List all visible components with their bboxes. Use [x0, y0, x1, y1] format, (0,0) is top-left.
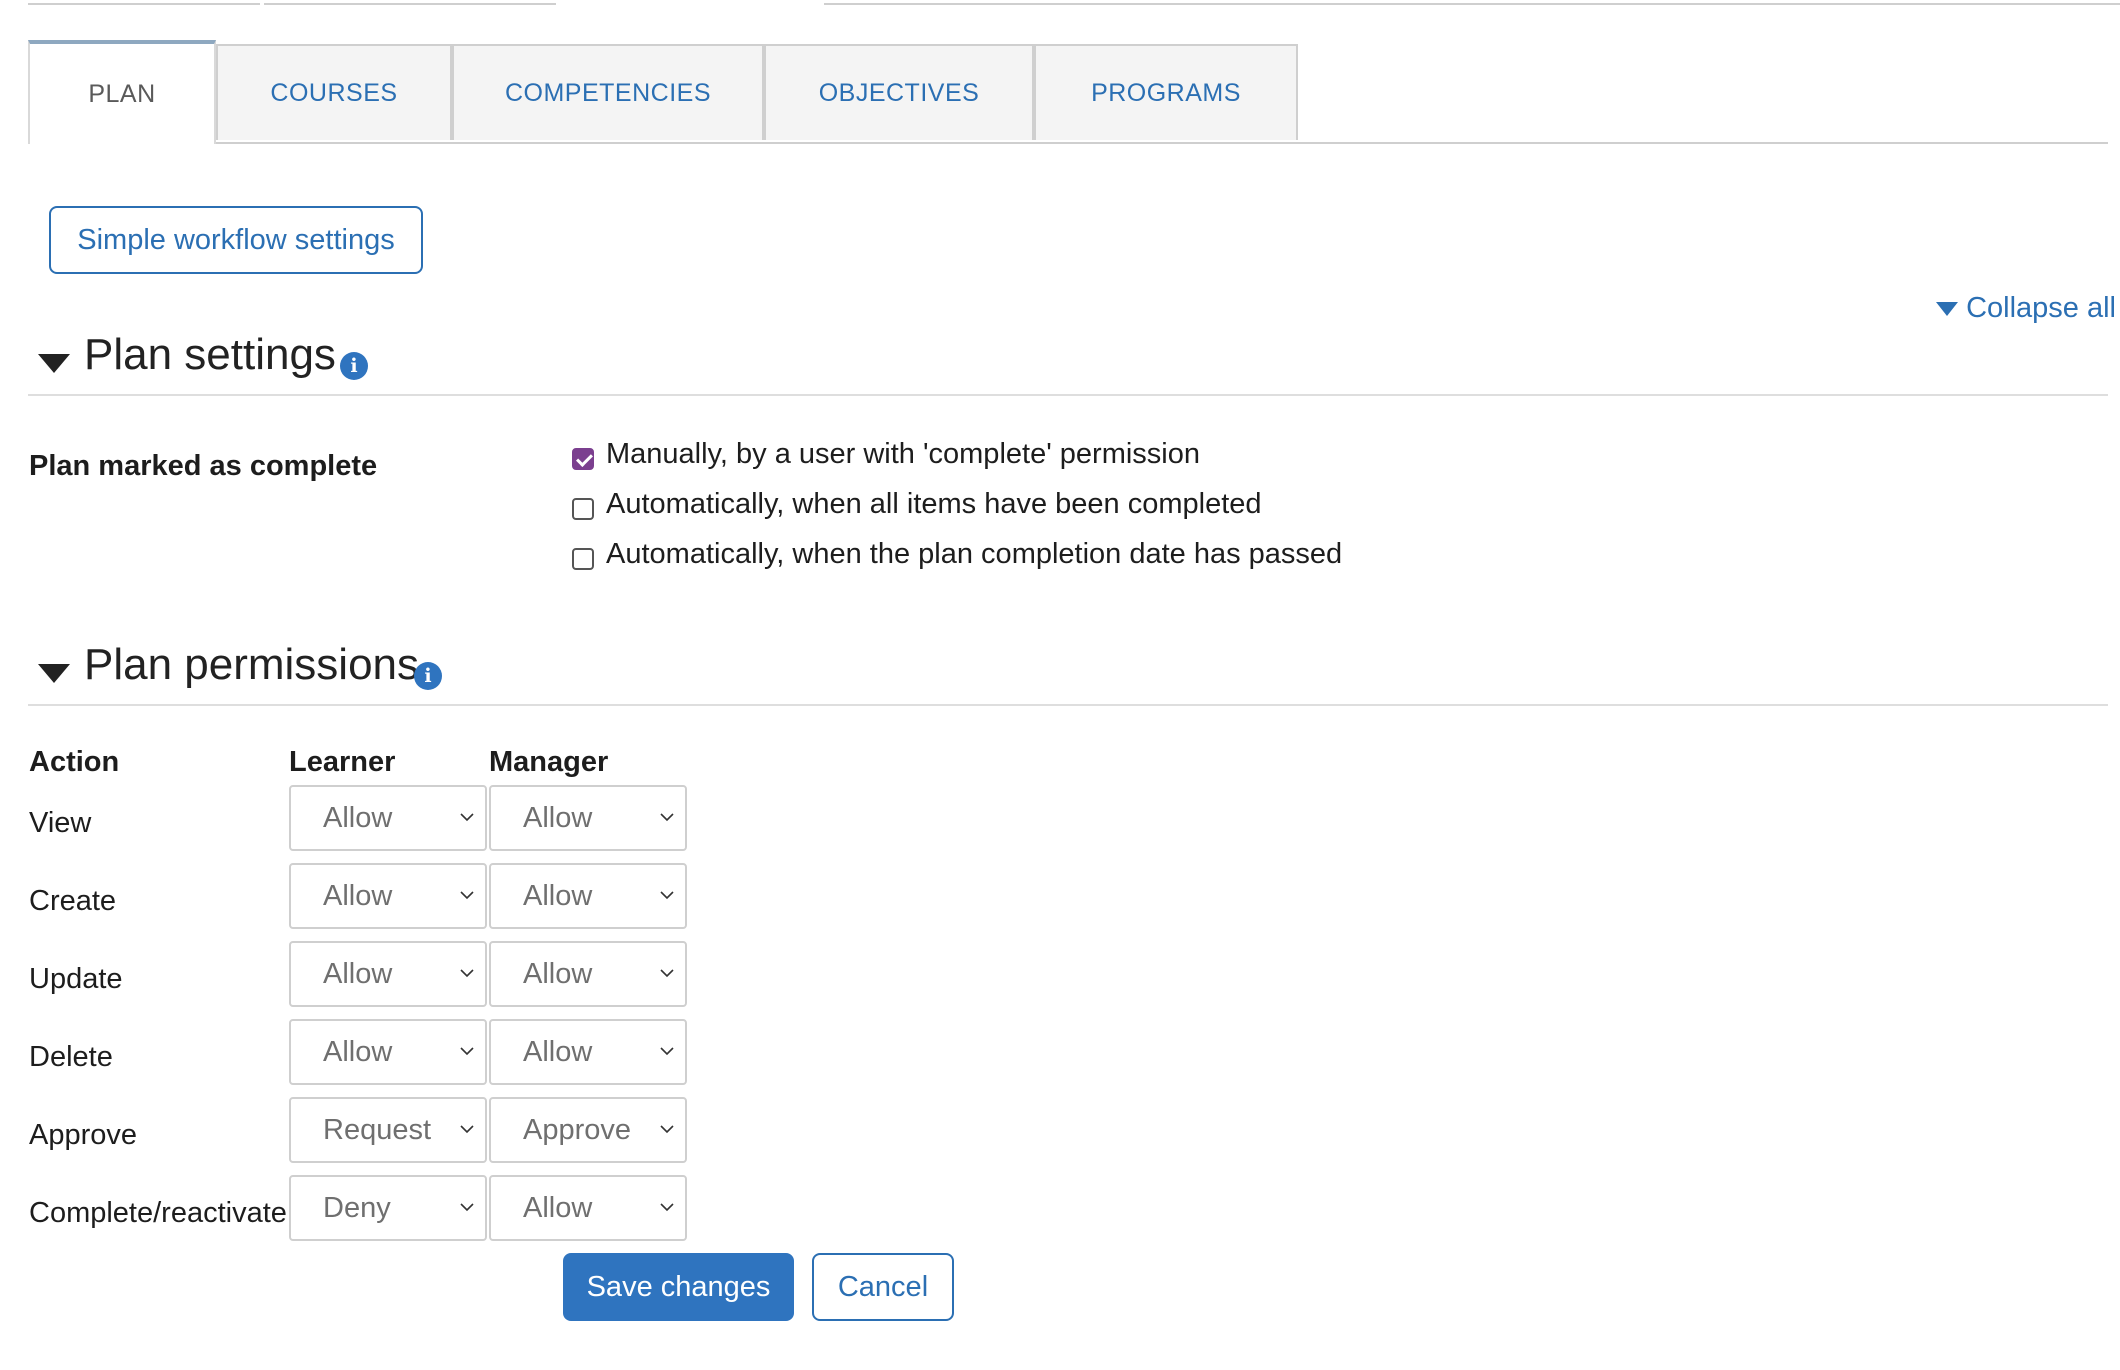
manager-select[interactable]: Allow	[489, 785, 687, 851]
plan-permissions-title: Plan permissions	[84, 640, 420, 689]
action-label: Update	[29, 963, 123, 995]
option-label: Automatically, when all items have been …	[606, 488, 1262, 520]
plan-marked-complete-label: Plan marked as complete	[29, 450, 378, 482]
option-label: Automatically, when the plan completion …	[606, 538, 1343, 570]
checkbox-auto-date[interactable]	[572, 547, 594, 570]
learner-select[interactable]: Allow	[289, 785, 487, 851]
manager-select[interactable]: Allow	[489, 863, 687, 929]
tab-objectives[interactable]: OBJECTIVES	[764, 44, 1034, 140]
plan-settings-header: Plan settings i	[28, 330, 2108, 396]
tab-bar: PLAN COURSES COMPETENCIES OBJECTIVES PRO…	[28, 40, 2108, 144]
learner-select[interactable]: Request	[289, 1097, 487, 1163]
page: PLAN COURSES COMPETENCIES OBJECTIVES PRO…	[0, 0, 2120, 1370]
plan-permissions-header: Plan permissions i	[28, 640, 2108, 706]
info-icon[interactable]: i	[340, 352, 368, 380]
collapse-toggle-icon[interactable]	[38, 354, 70, 373]
manager-select[interactable]: Allow	[489, 1175, 687, 1241]
header-learner: Learner	[289, 746, 396, 778]
action-label: View	[29, 807, 92, 839]
option-auto-items[interactable]: Automatically, when all items have been …	[572, 488, 1262, 521]
collapse-all-link[interactable]: Collapse all	[1936, 292, 2116, 325]
header-manager: Manager	[489, 746, 609, 778]
action-label: Create	[29, 885, 117, 917]
manager-select[interactable]: Approve	[489, 1097, 687, 1163]
learner-select[interactable]: Deny	[289, 1175, 487, 1241]
caret-down-icon	[1936, 301, 1959, 316]
tab-plan[interactable]: PLAN	[28, 40, 216, 144]
learner-select[interactable]: Allow	[289, 863, 487, 929]
header-action: Action	[29, 746, 120, 778]
action-label: Delete	[29, 1041, 113, 1073]
collapse-toggle-icon[interactable]	[38, 664, 70, 683]
manager-select[interactable]: Allow	[489, 1019, 687, 1085]
checkbox-manual[interactable]	[572, 447, 594, 470]
save-changes-button[interactable]: Save changes	[563, 1253, 794, 1321]
top-strip	[0, 0, 2120, 5]
collapse-all-label: Collapse all	[1966, 292, 2116, 324]
option-manual-complete[interactable]: Manually, by a user with 'complete' perm…	[572, 438, 1200, 471]
action-label: Complete/reactivate	[29, 1197, 287, 1229]
checkbox-auto-items[interactable]	[572, 497, 594, 520]
learner-select[interactable]: Allow	[289, 941, 487, 1007]
option-auto-date[interactable]: Automatically, when the plan completion …	[572, 538, 1342, 571]
tab-competencies[interactable]: COMPETENCIES	[452, 44, 764, 140]
tab-courses[interactable]: COURSES	[216, 44, 452, 140]
info-icon[interactable]: i	[414, 662, 442, 690]
tab-programs[interactable]: PROGRAMS	[1034, 44, 1298, 140]
simple-workflow-settings-button[interactable]: Simple workflow settings	[49, 206, 423, 274]
cancel-button[interactable]: Cancel	[812, 1253, 954, 1321]
option-label: Manually, by a user with 'complete' perm…	[606, 438, 1201, 470]
plan-settings-title: Plan settings	[84, 330, 336, 379]
learner-select[interactable]: Allow	[289, 1019, 487, 1085]
manager-select[interactable]: Allow	[489, 941, 687, 1007]
action-label: Approve	[29, 1119, 138, 1151]
